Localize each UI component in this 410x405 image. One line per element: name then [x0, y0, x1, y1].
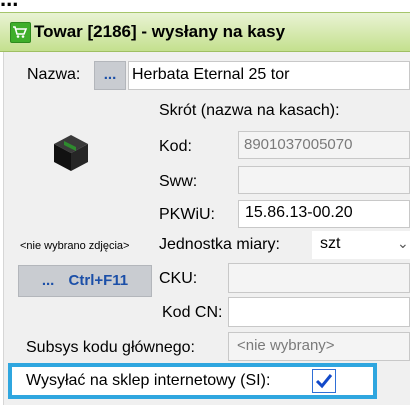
jednostka-miary-value: szt	[320, 235, 341, 252]
window-title-bar[interactable]: Towar [2186] - wysłany na kasy	[0, 12, 410, 52]
si-label: Wysyłać na sklep internetowy (SI):	[26, 372, 271, 389]
pkwiu-field[interactable]: 15.86.13-00.20	[238, 200, 410, 228]
select-image-button[interactable]: ... Ctrl+F11	[18, 265, 152, 297]
checkmark-icon	[315, 374, 333, 389]
select-image-dots: ...	[41, 272, 55, 289]
shopping-cart-icon	[10, 22, 31, 43]
no-image-text: <nie wybrano zdjęcia>	[20, 240, 130, 252]
product-box-icon	[52, 133, 90, 173]
background-window-strip: ...	[0, 0, 410, 12]
subsys-field[interactable]: <nie wybrany>	[228, 332, 410, 361]
cku-field[interactable]	[228, 263, 410, 293]
subsys-label: Subsys kodu głównego:	[26, 339, 195, 356]
nazwa-field[interactable]: Herbata Eternal 25 tor	[128, 61, 410, 90]
nazwa-select-button[interactable]: ...	[94, 61, 126, 90]
window-title: Towar [2186] - wysłany na kasy	[34, 22, 286, 41]
cku-label: CKU:	[159, 270, 198, 287]
nazwa-label: Nazwa:	[27, 66, 81, 83]
sww-field[interactable]	[238, 166, 410, 194]
kod-cn-label: Kod CN:	[162, 304, 223, 321]
select-image-shortcut: Ctrl+F11	[68, 272, 129, 289]
skrot-label: Skrót (nazwa na kasach):	[159, 102, 340, 119]
jednostka-miary-select[interactable]: szt ⌄	[312, 231, 410, 259]
kod-field[interactable]: 8901037005070	[238, 131, 410, 159]
kod-cn-field[interactable]	[228, 297, 410, 327]
kod-label: Kod:	[159, 138, 192, 155]
chevron-down-icon: ⌄	[397, 235, 409, 251]
background-window-text: ...	[0, 0, 18, 10]
si-checkbox[interactable]	[312, 369, 336, 393]
pkwiu-label: PKWiU:	[159, 206, 215, 223]
jednostka-miary-label: Jednostka miary:	[159, 236, 280, 253]
sww-label: Sww:	[159, 173, 198, 190]
